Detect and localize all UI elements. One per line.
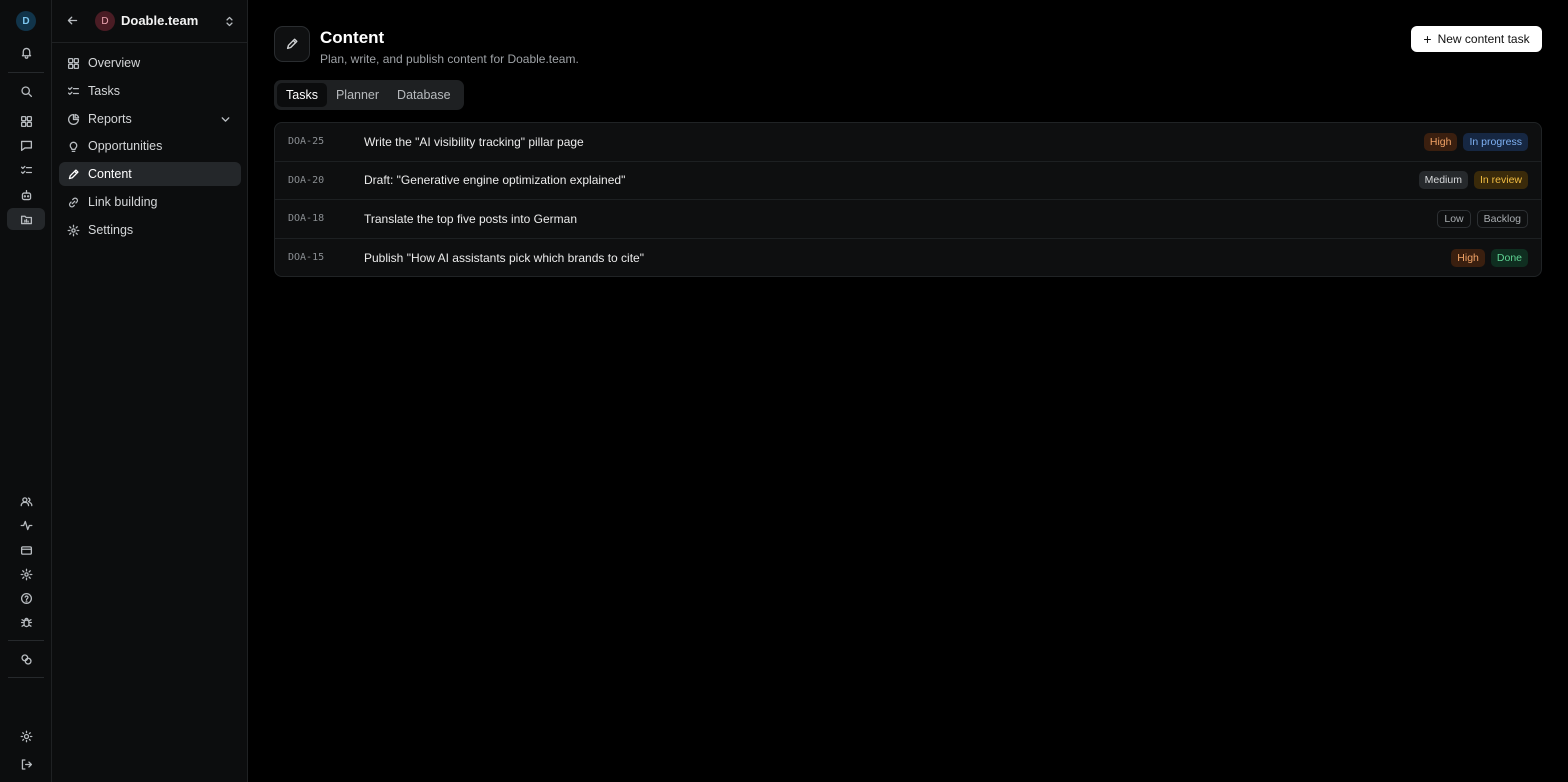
nav-item-reports[interactable]: Reports <box>59 107 241 131</box>
bug-icon <box>20 617 32 627</box>
task-id: DOA-18 <box>288 213 325 225</box>
nav-item-label: Overview <box>88 56 141 70</box>
users-icon <box>20 496 32 506</box>
report-bug-button[interactable] <box>7 611 45 633</box>
table-row[interactable]: DOA-15 Publish "How AI assistants pick w… <box>275 239 1541 277</box>
nav-item-label: Tasks <box>88 84 120 98</box>
gear-icon <box>67 224 80 236</box>
credit-card-icon <box>20 545 32 555</box>
tasks-button[interactable] <box>7 159 45 181</box>
status-badge: In progress <box>1463 132 1528 151</box>
logout-button[interactable] <box>7 753 45 775</box>
view-tabs: Tasks Planner Database <box>274 80 464 110</box>
dashboard-button[interactable] <box>7 110 45 132</box>
team-switcher: D Doable.team <box>52 0 248 43</box>
search-icon <box>20 85 32 97</box>
rail-divider <box>8 640 44 641</box>
table-row[interactable]: DOA-20 Draft: "Generative engine optimiz… <box>275 162 1541 200</box>
nav-item-content[interactable]: Content <box>59 162 241 186</box>
nav-item-overview[interactable]: Overview <box>59 51 241 75</box>
priority-badge: High <box>1451 248 1485 267</box>
gear-icon <box>20 568 32 580</box>
team-button[interactable] <box>7 490 45 512</box>
folder-chart-icon <box>20 215 32 224</box>
nav-item-label: Link building <box>88 195 158 209</box>
notifications-button[interactable] <box>7 41 45 63</box>
tab-planner[interactable]: Planner <box>327 83 388 107</box>
status-badge: Done <box>1490 248 1528 267</box>
plus-icon: + <box>1423 31 1432 47</box>
new-content-task-button[interactable]: + New content task <box>1411 26 1542 52</box>
grid-icon <box>20 115 32 127</box>
rail-divider <box>8 72 44 73</box>
nav-item-link-building[interactable]: Link building <box>59 190 241 214</box>
task-title[interactable]: Translate the top five posts into German <box>364 212 577 226</box>
project-sidebar: D Doable.team Overview Tasks Reports Opp… <box>52 0 248 782</box>
chevron-down-icon[interactable] <box>219 113 232 126</box>
billing-button[interactable] <box>7 539 45 561</box>
help-icon <box>20 592 32 604</box>
nav-item-label: Settings <box>88 223 134 237</box>
user-avatar[interactable]: D <box>16 11 36 31</box>
nav-item-tasks[interactable]: Tasks <box>59 79 241 103</box>
bell-icon <box>21 47 31 59</box>
task-list: DOA-25 Write the "AI visibility tracking… <box>274 122 1542 277</box>
page-icon-box <box>274 26 310 62</box>
task-title[interactable]: Write the "AI visibility tracking" pilla… <box>364 135 584 149</box>
chat-icon <box>20 140 32 151</box>
task-title[interactable]: Draft: "Generative engine optimization e… <box>364 173 625 187</box>
team-switch-button[interactable] <box>222 13 236 29</box>
priority-badge: Medium <box>1418 171 1468 190</box>
rail-divider <box>8 677 44 678</box>
page-subtitle: Plan, write, and publish content for Doa… <box>320 52 579 66</box>
tab-database[interactable]: Database <box>388 83 460 107</box>
link-icon <box>20 653 32 665</box>
team-name[interactable]: Doable.team <box>121 13 198 28</box>
bot-icon <box>21 189 31 200</box>
logout-icon <box>21 758 32 770</box>
lightbulb-icon <box>69 141 78 152</box>
search-button[interactable] <box>7 80 45 102</box>
pencil-icon <box>286 38 298 50</box>
nav-item-label: Content <box>88 167 132 181</box>
arrow-left-icon <box>67 16 77 24</box>
priority-badge: High <box>1423 132 1458 151</box>
tab-tasks[interactable]: Tasks <box>277 83 327 107</box>
pie-chart-icon <box>68 113 80 125</box>
icon-rail: D <box>0 0 52 782</box>
activity-button[interactable] <box>7 514 45 536</box>
messages-button[interactable] <box>7 134 45 156</box>
link-icon <box>69 197 78 207</box>
help-button[interactable] <box>7 587 45 609</box>
nav-item-label: Reports <box>88 112 132 126</box>
back-button[interactable] <box>64 12 80 28</box>
task-title[interactable]: Publish "How AI assistants pick which br… <box>364 251 644 265</box>
list-check-icon <box>20 165 32 174</box>
chevrons-up-down-icon <box>225 16 233 26</box>
task-id: DOA-25 <box>288 136 325 148</box>
integrations-button[interactable] <box>7 648 45 670</box>
settings-button[interactable] <box>7 563 45 585</box>
nav-item-settings[interactable]: Settings <box>59 218 241 242</box>
theme-toggle-button[interactable] <box>7 725 45 747</box>
status-badge: Backlog <box>1476 209 1528 228</box>
pencil-icon <box>68 168 79 179</box>
task-id: DOA-15 <box>288 252 325 264</box>
sun-icon <box>20 730 32 742</box>
projects-button[interactable] <box>7 208 45 230</box>
table-row[interactable]: DOA-18 Translate the top five posts into… <box>275 200 1541 239</box>
activity-icon <box>20 520 32 530</box>
table-row[interactable]: DOA-25 Write the "AI visibility tracking… <box>275 123 1541 162</box>
grid-icon <box>67 57 80 69</box>
new-content-task-label: New content task <box>1437 32 1530 46</box>
page-title: Content <box>320 28 385 47</box>
nav-item-opportunities[interactable]: Opportunities <box>59 134 241 158</box>
agents-button[interactable] <box>7 184 45 206</box>
priority-badge: Low <box>1437 209 1471 228</box>
task-id: DOA-20 <box>288 174 325 186</box>
nav-item-label: Opportunities <box>88 139 163 153</box>
status-badge: In review <box>1473 171 1528 190</box>
list-check-icon <box>67 86 80 95</box>
team-avatar[interactable]: D <box>95 11 115 31</box>
